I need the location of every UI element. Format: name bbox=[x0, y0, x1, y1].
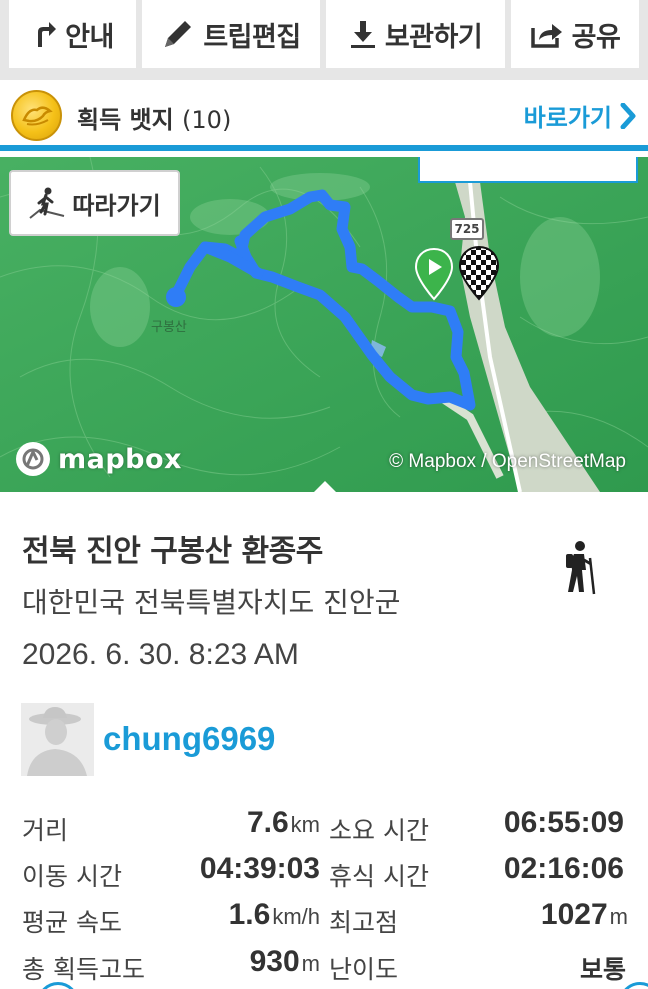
follow-button[interactable]: 따라가기 bbox=[9, 170, 180, 236]
stat-max-elevation-value: 1027m bbox=[540, 898, 628, 931]
save-button[interactable]: 보관하기 bbox=[326, 0, 505, 68]
stat-avg-speed-label: 평균 속도 bbox=[22, 908, 122, 937]
goto-link[interactable]: 바로가기 bbox=[524, 98, 636, 133]
earned-badges-count: (10) bbox=[182, 106, 232, 134]
save-label: 보관하기 bbox=[384, 21, 483, 53]
earned-badges-title: 획득 뱃지 (10) bbox=[77, 100, 231, 135]
follow-label: 따라가기 bbox=[72, 191, 161, 220]
share-label: 공유 bbox=[571, 21, 621, 53]
earned-badges-label: 획득 뱃지 bbox=[77, 106, 174, 134]
finish-flag-icon[interactable] bbox=[456, 245, 502, 301]
mapbox-logo[interactable]: mapbox bbox=[14, 440, 182, 478]
stat-difficulty-value: 보통 bbox=[579, 956, 626, 984]
trip-location: 대한민국 전북특별자치도 진안군 bbox=[22, 586, 401, 619]
stat-moving-time-value: 04:39:03 bbox=[199, 852, 320, 885]
stat-duration-value: 06:55:09 bbox=[503, 806, 624, 839]
share-button[interactable]: 공유 bbox=[511, 0, 639, 68]
trip-datetime: 2026. 6. 30. 8:23 AM bbox=[22, 638, 299, 671]
trip-title: 전북 진안 구봉산 환종주 bbox=[22, 534, 323, 569]
edit-trip-label: 트립편집 bbox=[203, 21, 301, 53]
stat-max-elevation-label: 최고점 bbox=[329, 908, 399, 937]
top-toolbar: 안내 트립편집 보관하기 공유 bbox=[0, 0, 648, 80]
stat-avg-speed-value: 1.6km/h bbox=[228, 898, 320, 931]
stat-distance-value: 7.6km bbox=[246, 806, 320, 839]
badge-medal-icon bbox=[11, 90, 62, 141]
map-pointer-notch bbox=[314, 481, 336, 492]
stat-rest-time-label: 휴식 시간 bbox=[329, 862, 429, 891]
stat-difficulty-label: 난이도 bbox=[329, 955, 399, 984]
hiker-icon bbox=[566, 541, 596, 595]
avatar[interactable] bbox=[21, 703, 94, 776]
goto-label: 바로가기 bbox=[523, 104, 612, 132]
map-attribution[interactable]: © Mapbox / OpenStreetMap bbox=[389, 451, 626, 473]
stat-distance-label: 거리 bbox=[22, 816, 69, 845]
peak-label: 구봉산 bbox=[151, 320, 187, 335]
pencil-icon bbox=[165, 21, 192, 47]
stat-duration-label: 소요 시간 bbox=[329, 816, 429, 845]
start-marker-icon[interactable] bbox=[413, 247, 455, 301]
stat-elevation-gain-label: 총 획득고도 bbox=[22, 955, 145, 984]
turn-arrow-icon bbox=[38, 22, 57, 47]
user-silhouette-icon bbox=[21, 703, 94, 776]
guide-label: 안내 bbox=[65, 21, 114, 53]
badge-bar[interactable]: 획득 뱃지 (10) 바로가기 bbox=[0, 80, 648, 151]
stat-moving-time-label: 이동 시간 bbox=[22, 862, 122, 891]
trip-map[interactable]: 따라가기 725 구봉산 mapbox © Mapbox / OpenStree… bbox=[0, 157, 648, 492]
map-overlay-panel bbox=[418, 157, 638, 183]
road-number-badge: 725 bbox=[450, 218, 484, 240]
stat-elevation-gain-value: 930m bbox=[249, 945, 320, 978]
share-icon bbox=[530, 24, 562, 48]
walker-icon bbox=[29, 187, 65, 219]
mapbox-icon bbox=[16, 442, 50, 476]
mapbox-logo-text: mapbox bbox=[58, 443, 182, 475]
stat-rest-time-value: 02:16:06 bbox=[503, 852, 624, 885]
username[interactable]: chung6969 bbox=[103, 720, 275, 758]
download-icon bbox=[350, 21, 375, 48]
chevron-right-icon bbox=[620, 102, 636, 129]
guide-button[interactable]: 안내 bbox=[9, 0, 136, 68]
edit-trip-button[interactable]: 트립편집 bbox=[142, 0, 320, 68]
